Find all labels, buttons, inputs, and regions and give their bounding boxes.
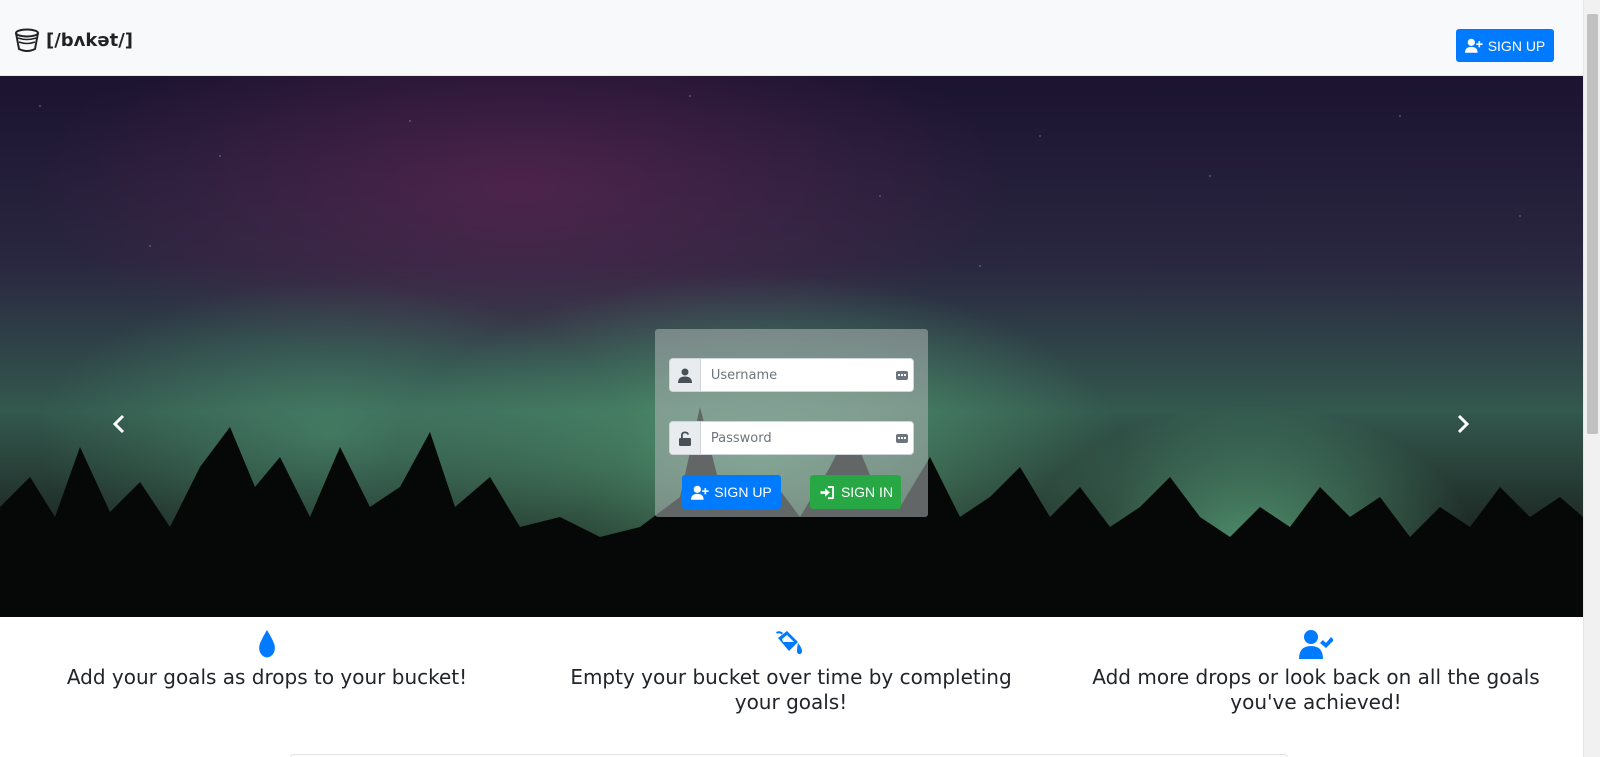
signin-label: SIGN IN <box>840 484 894 500</box>
chevron-right-icon <box>1457 414 1470 434</box>
lock-icon <box>670 422 701 454</box>
scrollbar-thumb[interactable] <box>1587 14 1598 434</box>
user-check-icon <box>1066 629 1566 661</box>
carousel-prev-button[interactable] <box>104 406 134 442</box>
navbar-signup-button[interactable]: SIGN UP <box>1456 29 1554 62</box>
login-signup-button[interactable]: SIGN UP <box>682 475 781 509</box>
user-plus-icon <box>691 485 709 500</box>
features-section: Add your goals as drops to your bucket! … <box>0 617 1583 757</box>
droplet-icon <box>17 629 517 661</box>
sign-in-icon <box>820 485 834 499</box>
password-manager-icon[interactable] <box>890 359 913 391</box>
user-icon <box>670 359 701 391</box>
password-group <box>669 421 914 455</box>
username-input[interactable] <box>700 359 891 391</box>
user-plus-icon <box>1464 38 1483 53</box>
chevron-left-icon <box>112 414 125 434</box>
feature-look-back: Add more drops or look back on all the g… <box>1066 629 1566 715</box>
password-input[interactable] <box>700 422 891 454</box>
navbar: [/bʌkət/] SIGN UP <box>0 0 1583 76</box>
carousel-next-button[interactable] <box>1448 406 1478 442</box>
bucket-icon <box>14 27 40 53</box>
feature-text: Empty your bucket over time by completin… <box>570 665 1012 714</box>
feature-add-goals: Add your goals as drops to your bucket! <box>17 629 517 690</box>
login-signup-label: SIGN UP <box>714 484 772 500</box>
hero-carousel: SIGN UP SIGN IN <box>0 76 1583 617</box>
fill-drip-icon <box>541 629 1041 661</box>
navbar-signup-label: SIGN UP <box>1487 37 1546 54</box>
feature-empty-bucket: Empty your bucket over time by completin… <box>541 629 1041 715</box>
feature-text: Add your goals as drops to your bucket! <box>66 665 468 689</box>
login-form: SIGN UP SIGN IN <box>655 329 928 517</box>
page-scrollbar[interactable] <box>1583 0 1600 757</box>
page: [/bʌkət/] SIGN UP Username SIGN UP SIGN … <box>0 0 1600 757</box>
password-manager-icon[interactable] <box>890 422 913 454</box>
brand-link[interactable]: [/bʌkət/] <box>14 26 133 54</box>
brand-name: [/bʌkət/] <box>46 29 134 51</box>
username-group <box>669 358 914 392</box>
feature-text: Add more drops or look back on all the g… <box>1092 665 1540 714</box>
signin-button[interactable]: SIGN IN <box>810 475 901 509</box>
